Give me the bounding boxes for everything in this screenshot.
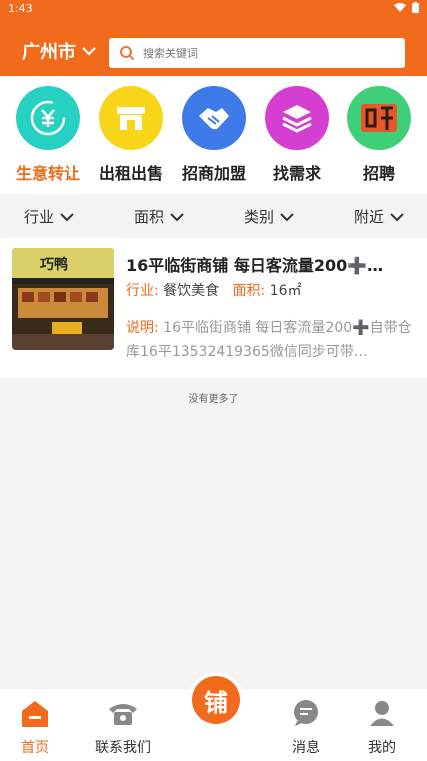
- area-value: 16㎡: [269, 283, 302, 299]
- status-time: 1:43: [8, 2, 33, 15]
- category-business-transfer[interactable]: 生意转让: [5, 86, 91, 184]
- desc-text: 16平临街商铺 每日客流量200➕自带仓库16平13532419365微信同步可…: [126, 320, 412, 360]
- filter-area[interactable]: 面积: [134, 206, 184, 227]
- center-label: 铺: [192, 676, 240, 724]
- handshake-icon: [182, 86, 246, 150]
- chevron-down-icon: [170, 212, 184, 221]
- industry-key: 行业:: [126, 283, 159, 299]
- tab-label: 我的: [368, 740, 396, 756]
- phone-icon: [109, 704, 137, 725]
- filter-label: 面积: [134, 208, 165, 226]
- user-icon: [370, 701, 394, 726]
- search-input[interactable]: [141, 45, 385, 61]
- battery-icon: [412, 2, 419, 13]
- category-label: 招聘: [362, 164, 395, 183]
- recruit-icon: [347, 86, 411, 150]
- thumbnail-sign: 巧鸭: [40, 257, 68, 273]
- listing-thumbnail: 巧鸭: [12, 248, 114, 350]
- filter-bar: 行业 面积 类别 附近: [0, 194, 427, 238]
- home-icon: [22, 701, 48, 727]
- tab-label: 消息: [292, 740, 320, 756]
- tab-label: 联系我们: [95, 740, 151, 756]
- category-label: 招商加盟: [181, 164, 246, 183]
- desc-key: 说明:: [126, 320, 159, 336]
- area-key: 面积:: [232, 283, 266, 299]
- tab-mine[interactable]: 我的: [342, 699, 422, 757]
- filter-industry[interactable]: 行业: [24, 206, 74, 227]
- listing-meta: 行业: 餐饮美食 面积: 16㎡: [126, 280, 302, 300]
- listing-description: 说明: 16平临街商铺 每日客流量200➕自带仓库16平13532419365微…: [126, 316, 416, 364]
- chevron-down-icon: [60, 212, 74, 221]
- layers-icon: [265, 86, 329, 150]
- filter-nearby[interactable]: 附近: [354, 206, 404, 227]
- city-selector[interactable]: 广州市: [22, 38, 96, 64]
- wifi-icon: [394, 2, 406, 12]
- search-icon: [120, 46, 135, 61]
- no-more-text: 没有更多了: [188, 394, 239, 405]
- status-icons: [394, 2, 419, 13]
- category-label: 找需求: [272, 164, 321, 183]
- category-find-demand[interactable]: 找需求: [254, 86, 340, 184]
- listing-card[interactable]: 巧鸭 16平临街商铺 每日客流量200➕… 行业: 餐饮美食 面积: 16㎡ 说…: [0, 238, 427, 378]
- header: 广州市: [0, 18, 427, 76]
- chat-icon: [294, 700, 318, 726]
- tab-label: 首页: [21, 740, 49, 756]
- filter-label: 类别: [244, 208, 275, 226]
- tab-messages[interactable]: 消息: [266, 699, 346, 757]
- yuan-exchange-icon: [16, 86, 80, 150]
- storefront-icon: [99, 86, 163, 150]
- category-label: 出租出售: [98, 164, 163, 183]
- chevron-down-icon: [390, 212, 404, 221]
- filter-category[interactable]: 类别: [244, 206, 294, 227]
- publish-button[interactable]: 铺: [188, 672, 244, 728]
- category-grid: 生意转让 出租出售 招商加盟 找需求 招聘: [0, 76, 427, 194]
- filter-label: 行业: [24, 208, 55, 226]
- chevron-down-icon: [280, 212, 294, 221]
- category-label: 生意转让: [15, 164, 80, 183]
- category-rent-sale[interactable]: 出租出售: [88, 86, 174, 184]
- category-franchise[interactable]: 招商加盟: [171, 86, 257, 184]
- tab-home[interactable]: 首页: [0, 699, 75, 757]
- listing-title: 16平临街商铺 每日客流量200➕…: [126, 256, 384, 275]
- filter-label: 附近: [354, 208, 385, 226]
- industry-value: 餐饮美食: [163, 283, 220, 299]
- search-box[interactable]: [109, 38, 405, 68]
- city-label: 广州市: [22, 42, 76, 63]
- chevron-down-icon: [82, 47, 96, 56]
- status-bar: 1:43: [0, 0, 427, 18]
- tab-contact[interactable]: 联系我们: [83, 699, 163, 757]
- category-recruit[interactable]: 招聘: [336, 86, 422, 184]
